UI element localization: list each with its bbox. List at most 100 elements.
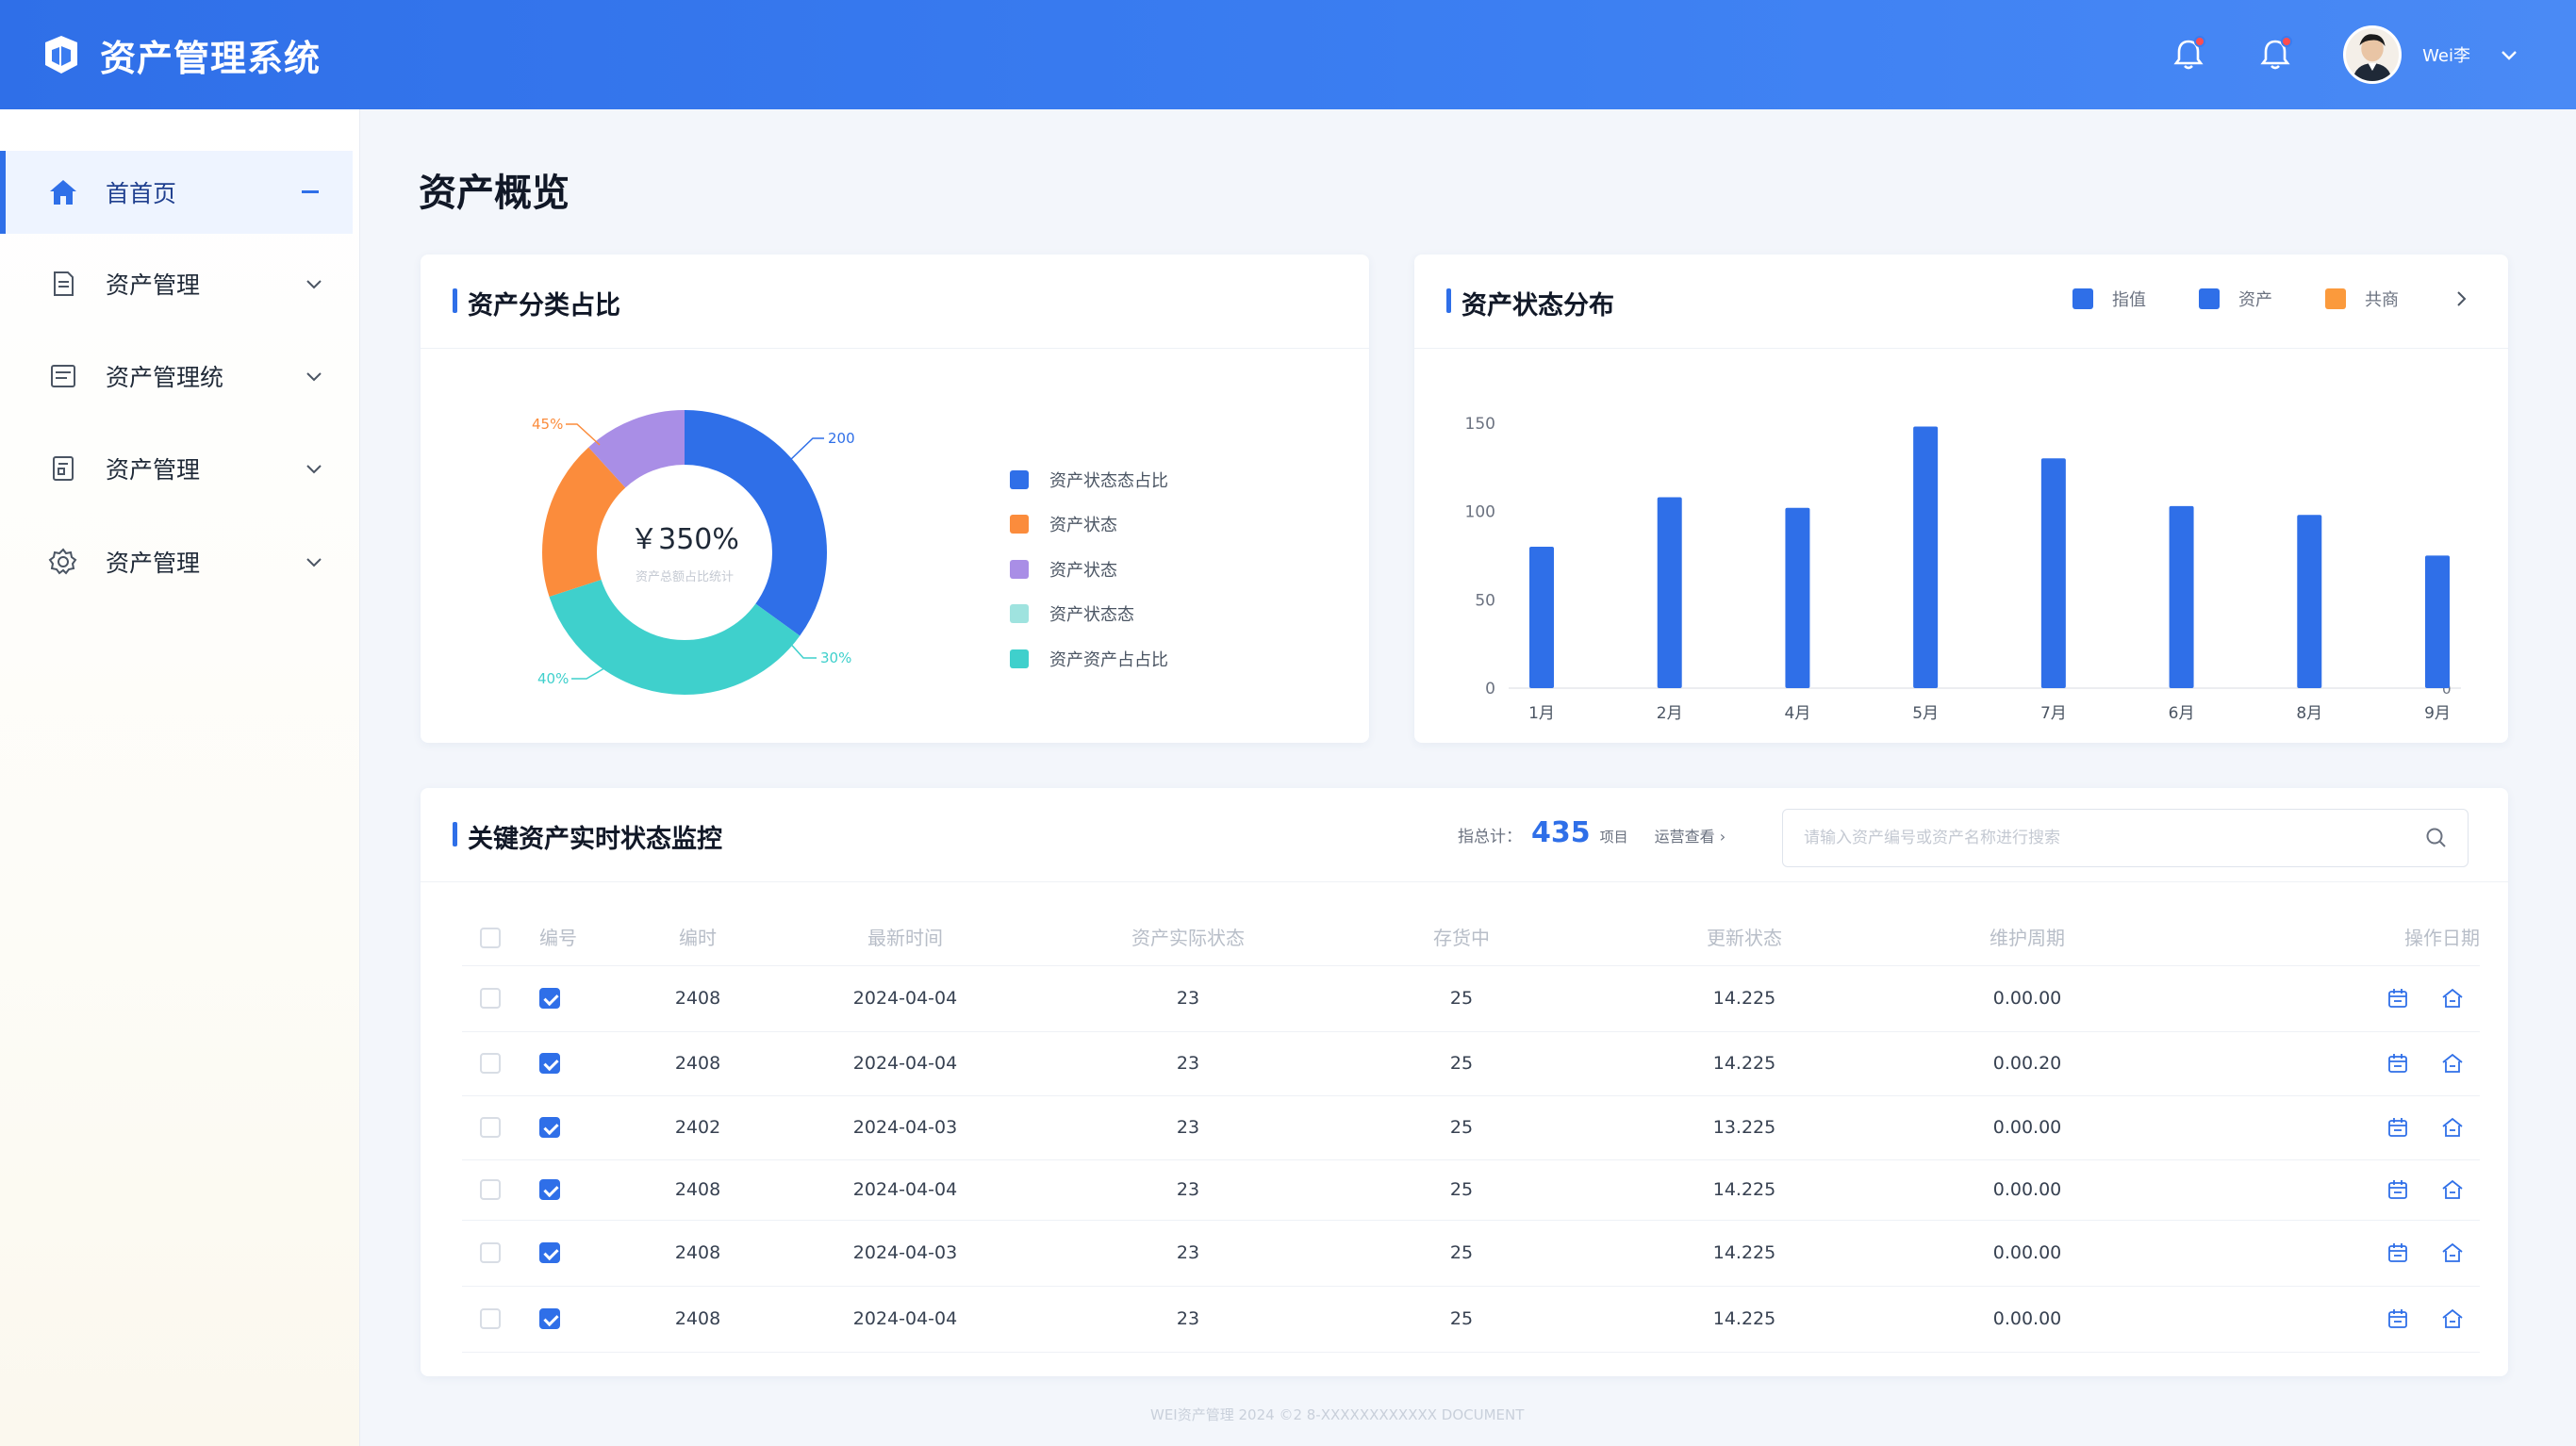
legend-item[interactable]: 资产状态态占比 <box>1010 457 1168 502</box>
sidebar-item-home[interactable]: 首首页 <box>0 151 353 234</box>
notification-button[interactable] <box>2170 36 2207 74</box>
calendar-icon[interactable] <box>2386 1115 2410 1140</box>
calendar-icon[interactable] <box>2386 986 2410 1011</box>
home-action-icon[interactable] <box>2440 1177 2465 1202</box>
row-select-cell <box>462 1159 519 1221</box>
list-icon <box>51 365 75 387</box>
user-name[interactable]: Wei李 <box>2422 42 2470 67</box>
bar-legend-item[interactable]: 资产 <box>2199 287 2272 311</box>
column-header[interactable]: 更新状态 <box>1593 909 1895 966</box>
row-status-checkbox[interactable] <box>539 1308 560 1330</box>
sidebar: 首首页 资产管理 资产管理统 资产管理 资产管理 <box>0 109 360 1446</box>
legend-item[interactable]: 资产资产占占比 <box>1010 636 1168 682</box>
footer-text: WEI资产管理 2024 ©2 8-XXXXXXXXXXXX DOCUMENT <box>1150 1406 1525 1423</box>
legend-swatch <box>1010 469 1029 489</box>
card-header: 关键资产实时状态监控 指总计： 435 项目 运营查看 › <box>421 788 2508 882</box>
table-row[interactable]: 2402 2024-04-03 23 25 13.225 0.00.00 <box>462 1095 2480 1160</box>
chevron-down-icon[interactable] <box>2499 44 2519 65</box>
row-select-cell <box>462 965 519 1032</box>
row-status: 23 <box>1047 1159 1329 1221</box>
bar-legend-item[interactable]: 共商 <box>2325 287 2399 311</box>
row-status-checkbox[interactable] <box>539 1242 560 1264</box>
row-select-checkbox[interactable] <box>480 1179 501 1201</box>
home-action-icon[interactable] <box>2440 986 2465 1011</box>
row-status-checkbox[interactable] <box>539 1117 560 1139</box>
chevron-right-icon[interactable] <box>2452 289 2470 308</box>
row-status: 23 <box>1047 1286 1329 1353</box>
row-status-cell <box>519 1095 632 1160</box>
monitor-table-card: 关键资产实时状态监控 指总计： 435 项目 运营查看 › 编号 编时 最新时间… <box>421 788 2508 1376</box>
bar-9月[interactable] <box>2425 555 2450 688</box>
chevron-down-icon <box>306 465 322 474</box>
home-action-icon[interactable] <box>2440 1241 2465 1265</box>
calendar-icon[interactable] <box>2386 1241 2410 1265</box>
home-action-icon[interactable] <box>2440 1306 2465 1331</box>
column-header[interactable]: 编时 <box>632 909 764 966</box>
bar-2月[interactable] <box>1657 497 1682 689</box>
view-more-link[interactable]: 运营查看 › <box>1655 824 1726 846</box>
row-id: 2408 <box>632 1031 764 1096</box>
row-select-checkbox[interactable] <box>480 1053 501 1075</box>
row-actions <box>2159 1159 2480 1221</box>
avatar[interactable] <box>2343 25 2403 84</box>
calendar-icon[interactable] <box>2386 1306 2410 1331</box>
row-update: 13.225 <box>1593 1095 1895 1160</box>
legend-item[interactable]: 资产状态态 <box>1010 592 1168 637</box>
bar-1月[interactable] <box>1529 547 1554 688</box>
row-select-checkbox[interactable] <box>480 1117 501 1139</box>
row-select-checkbox[interactable] <box>480 988 501 1010</box>
legend-item[interactable]: 资产状态 <box>1010 547 1168 592</box>
bar-8月[interactable] <box>2297 515 2322 688</box>
collapse-icon[interactable] <box>302 190 319 193</box>
legend-label: 资产状态 <box>1049 560 1117 581</box>
table-row[interactable]: 2408 2024-04-04 23 25 14.225 0.00.00 <box>462 1159 2480 1221</box>
logo-icon <box>45 36 77 74</box>
search-input[interactable] <box>1783 810 2424 866</box>
row-status-checkbox[interactable] <box>539 1053 560 1075</box>
table-row[interactable]: 2408 2024-04-04 23 25 14.225 0.00.00 <box>462 965 2480 1032</box>
home-action-icon[interactable] <box>2440 1051 2465 1076</box>
row-select-cell <box>462 1220 519 1287</box>
column-header[interactable]: 资产实际状态 <box>1047 909 1329 966</box>
row-stock: 25 <box>1329 965 1593 1032</box>
y-tick-label: 100 <box>1465 503 1495 522</box>
sidebar-item-label: 资产管理统 <box>106 364 224 391</box>
row-select-checkbox[interactable] <box>480 1242 501 1264</box>
column-header[interactable]: 编号 <box>519 909 632 966</box>
column-header[interactable]: 维护周期 <box>1895 909 2159 966</box>
bar-5月[interactable] <box>1913 426 1939 689</box>
table-row[interactable]: 2408 2024-04-04 23 25 14.225 0.00.20 <box>462 1031 2480 1096</box>
column-header[interactable]: 操作日期 <box>2159 909 2480 966</box>
donut-center-sub: 资产总额占比统计 <box>636 570 734 584</box>
search-box[interactable] <box>1782 809 2469 867</box>
row-id: 2408 <box>632 1159 764 1221</box>
row-update: 14.225 <box>1593 1159 1895 1221</box>
sidebar-item-asset-4[interactable]: 资产管理 <box>0 520 353 603</box>
bar-legend-item[interactable]: 指值 <box>2072 287 2146 311</box>
select-all-checkbox[interactable] <box>480 928 501 948</box>
row-select-checkbox[interactable] <box>480 1308 501 1330</box>
bar-6月[interactable] <box>2169 505 2194 688</box>
table-row[interactable]: 2408 2024-04-04 23 25 14.225 0.00.00 <box>462 1286 2480 1353</box>
sidebar-item-asset-1[interactable]: 资产管理 <box>0 242 353 325</box>
row-status-checkbox[interactable] <box>539 988 560 1010</box>
sidebar-item-asset-2[interactable]: 资产管理统 <box>0 335 353 418</box>
message-button[interactable] <box>2256 36 2294 74</box>
calendar-icon[interactable] <box>2386 1051 2410 1076</box>
bar-7月[interactable] <box>2040 458 2066 688</box>
legend-item[interactable]: 资产状态 <box>1010 502 1168 548</box>
sidebar-item-asset-3[interactable]: 资产管理 <box>0 427 353 510</box>
row-status-checkbox[interactable] <box>539 1179 560 1201</box>
column-header[interactable]: 存货中 <box>1329 909 1593 966</box>
table-row[interactable]: 2408 2024-04-03 23 25 14.225 0.00.00 <box>462 1220 2480 1287</box>
brand[interactable]: 资产管理系统 <box>40 29 321 81</box>
column-header[interactable]: 最新时间 <box>764 909 1047 966</box>
search-icon[interactable] <box>2424 826 2449 850</box>
home-action-icon[interactable] <box>2440 1115 2465 1140</box>
stats-summary: 指总计： 435 项目 运营查看 › <box>1458 816 1726 849</box>
bar-4月[interactable] <box>1785 507 1810 688</box>
row-status-cell <box>519 1159 632 1221</box>
calendar-icon[interactable] <box>2386 1177 2410 1202</box>
row-actions <box>2159 1220 2480 1287</box>
row-select-cell <box>462 1031 519 1096</box>
